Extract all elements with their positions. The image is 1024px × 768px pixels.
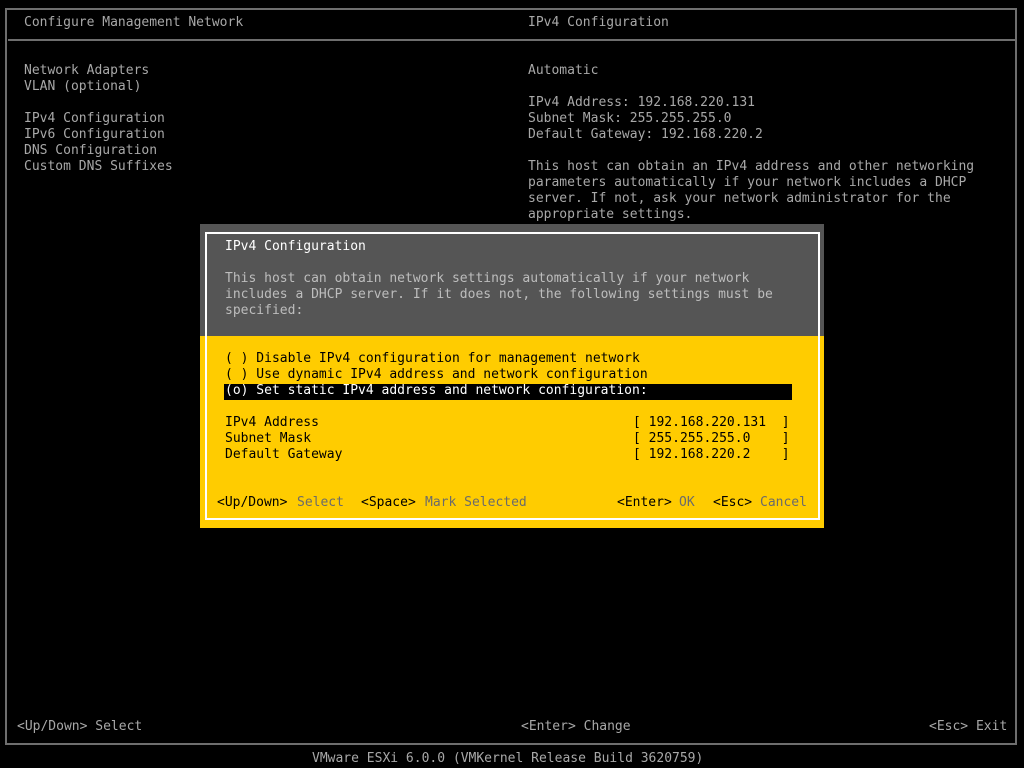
menu-item-dns-configuration[interactable]: DNS Configuration — [24, 143, 157, 159]
menu-item-ipv6-configuration[interactable]: IPv6 Configuration — [24, 127, 165, 143]
subnet-mask-readout: Subnet Mask: 255.255.255.0 — [528, 111, 732, 126]
subnet-mask-input[interactable]: [ 255.255.255.0 ] — [633, 431, 790, 447]
right-panel-description-line: appropriate settings. — [528, 207, 693, 222]
ok-button[interactable]: OK — [679, 495, 695, 511]
version-banner: VMware ESXi 6.0.0 (VMKernel Release Buil… — [312, 751, 704, 766]
right-panel-title: IPv4 Configuration — [528, 15, 669, 30]
footer-select-hint: <Up/Down> Select — [17, 719, 143, 734]
hint-updown-action: Select — [297, 495, 344, 510]
ipv4-address-input[interactable]: [ 192.168.220.131 ] — [633, 415, 790, 431]
ipv4-mode: Automatic — [528, 63, 599, 78]
footer-change-hint[interactable]: <Enter> Change — [521, 719, 631, 735]
ipv4-address-readout: IPv4 Address: 192.168.220.131 — [528, 95, 755, 110]
subnet-mask-label: Subnet Mask — [225, 431, 312, 446]
menu-item-vlan[interactable]: VLAN (optional) — [24, 79, 141, 95]
dialog-description-line: includes a DHCP server. If it does not, … — [225, 287, 773, 302]
cancel-button[interactable]: Cancel — [760, 495, 807, 511]
menu-item-network-adapters[interactable]: Network Adapters — [24, 63, 149, 79]
default-gateway-label: Default Gateway — [225, 447, 343, 462]
hint-space-key: <Space> — [361, 495, 416, 510]
default-gateway-readout: Default Gateway: 192.168.220.2 — [528, 127, 763, 142]
menu-item-custom-dns-suffixes[interactable]: Custom DNS Suffixes — [24, 159, 173, 175]
radio-disable-ipv4[interactable]: ( ) Disable IPv4 configuration for manag… — [225, 351, 640, 367]
right-panel-description-line: server. If not, ask your network adminis… — [528, 191, 951, 206]
hint-space-action: Mark Selected — [425, 495, 527, 510]
dialog-description-line: This host can obtain network settings au… — [225, 271, 750, 286]
header-divider — [8, 39, 1016, 41]
ok-key[interactable]: <Enter> — [617, 495, 672, 511]
dialog-description-line: specified: — [225, 303, 304, 318]
cancel-key[interactable]: <Esc> — [713, 495, 752, 511]
esxi-dcui-screen: Configure Management Network Network Ada… — [0, 0, 1024, 768]
radio-static-ipv4[interactable]: (o) Set static IPv4 address and network … — [225, 383, 648, 399]
menu-item-ipv4-configuration[interactable]: IPv4 Configuration — [24, 111, 165, 127]
left-panel-title: Configure Management Network — [24, 15, 244, 30]
default-gateway-input[interactable]: [ 192.168.220.2 ] — [633, 447, 790, 463]
footer-exit-hint[interactable]: <Esc> Exit — [929, 719, 1007, 735]
ipv4-address-label: IPv4 Address — [225, 415, 319, 430]
right-panel-description-line: This host can obtain an IPv4 address and… — [528, 159, 975, 174]
radio-dynamic-ipv4[interactable]: ( ) Use dynamic IPv4 address and network… — [225, 367, 648, 383]
right-panel-description-line: parameters automatically if your network… — [528, 175, 967, 190]
hint-updown-key: <Up/Down> — [217, 495, 288, 510]
dialog-title: IPv4 Configuration — [225, 239, 366, 254]
